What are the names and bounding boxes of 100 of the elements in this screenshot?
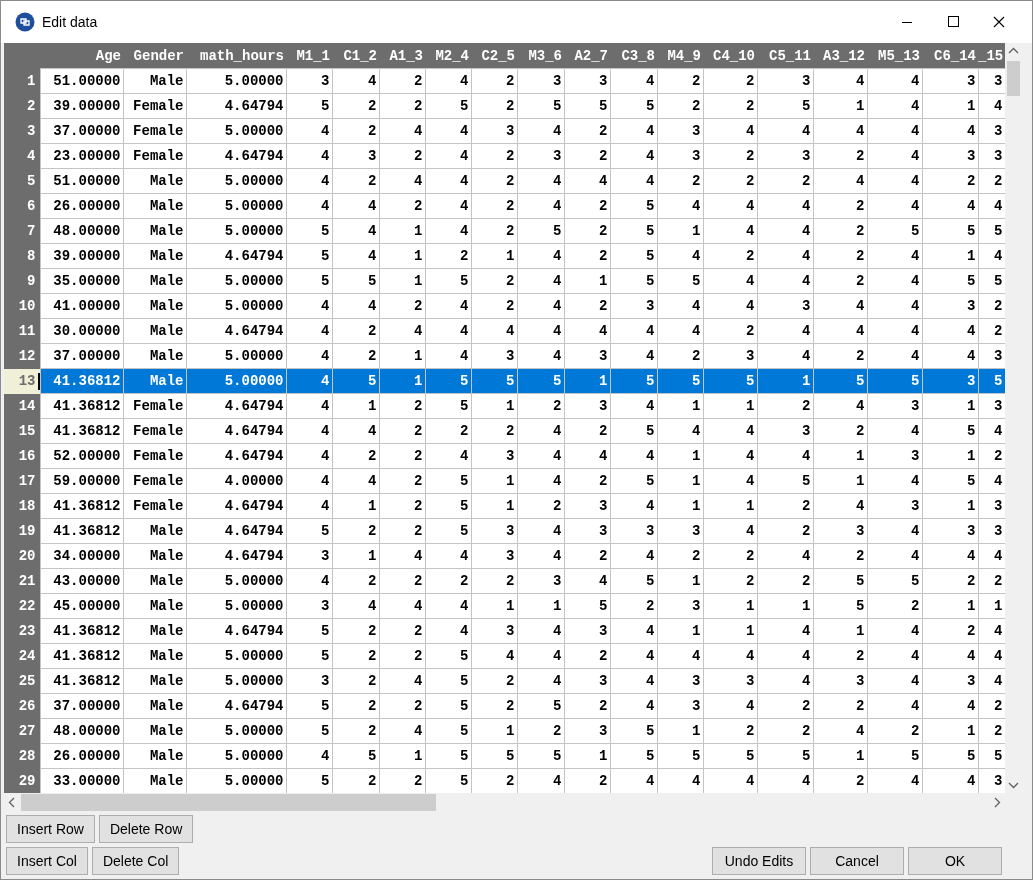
table-cell[interactable]: 3 [517, 68, 564, 94]
row-number[interactable]: 9 [27, 273, 36, 289]
table-cell[interactable]: 5.00000 [186, 268, 286, 294]
row-number[interactable]: 5 [27, 173, 36, 189]
column-button[interactable]: Delete Col [91, 847, 180, 875]
table-cell[interactable]: 5.00000 [186, 368, 286, 394]
column-header[interactable]: C5_11 [769, 47, 811, 64]
column-header[interactable]: C3_8 [621, 47, 655, 64]
table-cell[interactable]: 5.00000 [186, 568, 286, 594]
column-header[interactable]: A1_3 [389, 47, 423, 64]
table-cell[interactable]: 4.64794 [186, 443, 286, 469]
row-number[interactable]: 3 [27, 123, 36, 139]
table-row[interactable]: 9 35.00000 Male 5.00000 5 5 1 5 2 4 1 5 5 4 4 2 4 5 5 [4, 268, 1005, 294]
table-row[interactable]: 24 41.36812 Male 5.00000 5 2 2 5 4 4 2 4 4 4 4 2 4 4 4 [4, 643, 1005, 669]
table-cell[interactable]: 51.00000 [40, 168, 123, 194]
column-header[interactable]: C2_5 [481, 47, 515, 64]
row-number[interactable]: 7 [27, 223, 36, 239]
table-cell[interactable]: 4.64794 [186, 243, 286, 269]
row-number[interactable]: 8 [27, 248, 36, 264]
table-cell[interactable]: 41.36812 [40, 418, 123, 444]
row-number[interactable]: 2 [27, 98, 36, 114]
table-row[interactable]: 20 34.00000 Male 4.64794 3 1 4 4 3 4 2 4 2 2 4 2 4 4 4 [4, 543, 1005, 569]
table-row[interactable]: 17 59.00000 Female 4.00000 4 4 2 5 1 4 2 5 1 4 5 1 4 5 4 [4, 468, 1005, 494]
table-cell[interactable]: 41.36812 [40, 668, 123, 694]
table-cell[interactable]: 41.36812 [40, 618, 123, 644]
table-cell[interactable]: 4.64794 [186, 618, 286, 644]
table-row[interactable]: 3 37.00000 Female 5.00000 4 2 4 4 3 4 2 4 3 4 4 4 4 4 3 [4, 118, 1005, 144]
table-cell[interactable]: 3 [757, 68, 813, 94]
table-cell[interactable]: 4.64794 [186, 143, 286, 169]
row-number[interactable]: 4 [27, 148, 36, 164]
column-header[interactable]: C6_14 [934, 47, 976, 64]
table-cell[interactable]: 37.00000 [40, 693, 123, 719]
table-cell[interactable]: 5.00000 [186, 718, 286, 744]
table-cell[interactable]: 3 [922, 68, 978, 94]
table-cell[interactable]: 4.64794 [186, 93, 286, 119]
table-row[interactable]: 7 48.00000 Male 5.00000 5 4 1 4 2 5 2 5 1 4 4 2 5 5 5 [4, 218, 1005, 244]
column-header[interactable]: M5_13 [878, 47, 920, 64]
table-cell[interactable]: 4.64794 [186, 518, 286, 544]
table-cell[interactable]: 37.00000 [40, 343, 123, 369]
row-number[interactable]: 26 [18, 698, 36, 714]
table-cell[interactable]: 5.00000 [186, 68, 286, 94]
table-row[interactable]: 2 39.00000 Female 4.64794 5 2 2 5 2 5 5 5 2 2 5 1 4 1 4 [4, 93, 1005, 119]
row-number[interactable]: 21 [18, 573, 36, 589]
row-number[interactable]: 23 [18, 623, 36, 639]
table-row[interactable]: 14 41.36812 Female 4.64794 4 1 2 5 1 2 3 4 1 1 2 4 3 1 3 [4, 393, 1005, 419]
row-button[interactable]: Insert Row [6, 815, 95, 843]
table-row[interactable]: 23 41.36812 Male 4.64794 5 2 2 4 3 4 3 4 1 1 4 1 4 2 4 [4, 618, 1005, 644]
table-cell[interactable]: 51.00000 [40, 68, 123, 94]
table-row[interactable]: 27 48.00000 Male 5.00000 5 2 4 5 1 2 3 5 1 2 2 4 2 1 2 [4, 718, 1005, 744]
table-row[interactable]: 15 41.36812 Female 4.64794 4 4 2 2 2 4 2 5 4 4 3 2 4 5 4 [4, 418, 1005, 444]
table-cell[interactable]: 48.00000 [40, 218, 123, 244]
table-cell[interactable]: 4.64794 [186, 393, 286, 419]
table-cell[interactable]: 5.00000 [186, 668, 286, 694]
table-cell[interactable]: 2 [471, 68, 517, 94]
row-number[interactable]: 10 [18, 298, 36, 314]
row-number[interactable]: 24 [18, 648, 36, 664]
table-cell[interactable]: 30.00000 [40, 318, 123, 344]
table-row[interactable]: 6 26.00000 Male 5.00000 4 4 2 4 2 4 2 5 4 4 4 2 4 4 4 [4, 193, 1005, 219]
table-cell[interactable]: 4 [610, 68, 657, 94]
table-cell[interactable]: 5.00000 [186, 643, 286, 669]
table-row[interactable]: 19 41.36812 Male 4.64794 5 2 2 5 3 4 3 3 3 4 2 3 4 3 3 [4, 518, 1005, 544]
table-row[interactable]: 18 41.36812 Female 4.64794 4 1 2 5 1 2 3 4 1 1 2 4 3 1 3 [4, 493, 1005, 519]
table-cell[interactable]: 4.64794 [186, 318, 286, 344]
row-number[interactable]: 28 [18, 748, 36, 764]
table-cell[interactable]: 5.00000 [186, 193, 286, 219]
column-header[interactable]: C1_2 [343, 47, 377, 64]
table-row[interactable]: 10 41.00000 Male 5.00000 4 4 2 4 2 4 2 3 4 4 3 4 4 3 2 [4, 293, 1005, 319]
table-cell[interactable]: 3 [286, 68, 332, 94]
table-cell[interactable]: 41.36812 [40, 368, 123, 394]
row-number[interactable]: 25 [18, 673, 36, 689]
dialog-button[interactable]: Cancel [810, 847, 904, 875]
column-header[interactable]: _15 [978, 47, 1004, 64]
table-cell[interactable]: 4.64794 [186, 693, 286, 719]
row-number[interactable]: 15 [18, 423, 36, 439]
column-header[interactable]: A2_7 [574, 47, 608, 64]
table-cell[interactable]: 34.00000 [40, 543, 123, 569]
row-number[interactable]: 6 [27, 198, 36, 214]
table-cell[interactable]: 2 [657, 68, 703, 94]
table-cell[interactable]: 45.00000 [40, 593, 123, 619]
table-cell[interactable]: 43.00000 [40, 568, 123, 594]
table-row[interactable]: 4 23.00000 Female 4.64794 4 3 2 4 2 3 2 4 3 2 3 2 4 3 3 [4, 143, 1005, 169]
table-cell[interactable]: 41.00000 [40, 293, 123, 319]
table-cell[interactable]: 4 [425, 68, 471, 94]
table-cell[interactable]: 48.00000 [40, 718, 123, 744]
table-cell[interactable]: 4 [867, 68, 922, 94]
table-cell[interactable]: 2 [379, 68, 425, 94]
row-number[interactable]: 11 [18, 323, 36, 339]
table-cell[interactable]: 37.00000 [40, 118, 123, 144]
table-cell[interactable]: 5.00000 [186, 593, 286, 619]
table-cell[interactable]: 39.00000 [40, 93, 123, 119]
table-cell[interactable]: 5.00000 [186, 768, 286, 793]
table-cell[interactable]: 4.00000 [186, 468, 286, 494]
table-cell[interactable]: 23.00000 [40, 143, 123, 169]
table-cell[interactable]: 52.00000 [40, 443, 123, 469]
table-cell[interactable]: 5.00000 [186, 168, 286, 194]
table-row[interactable]: 26 37.00000 Male 4.64794 5 2 2 5 2 5 2 4 3 4 2 2 4 4 2 [4, 693, 1005, 719]
column-header[interactable]: M4_9 [667, 47, 701, 64]
row-number[interactable]: 1 [27, 73, 36, 89]
table-cell[interactable]: 39.00000 [40, 243, 123, 269]
table-cell[interactable]: 26.00000 [40, 193, 123, 219]
